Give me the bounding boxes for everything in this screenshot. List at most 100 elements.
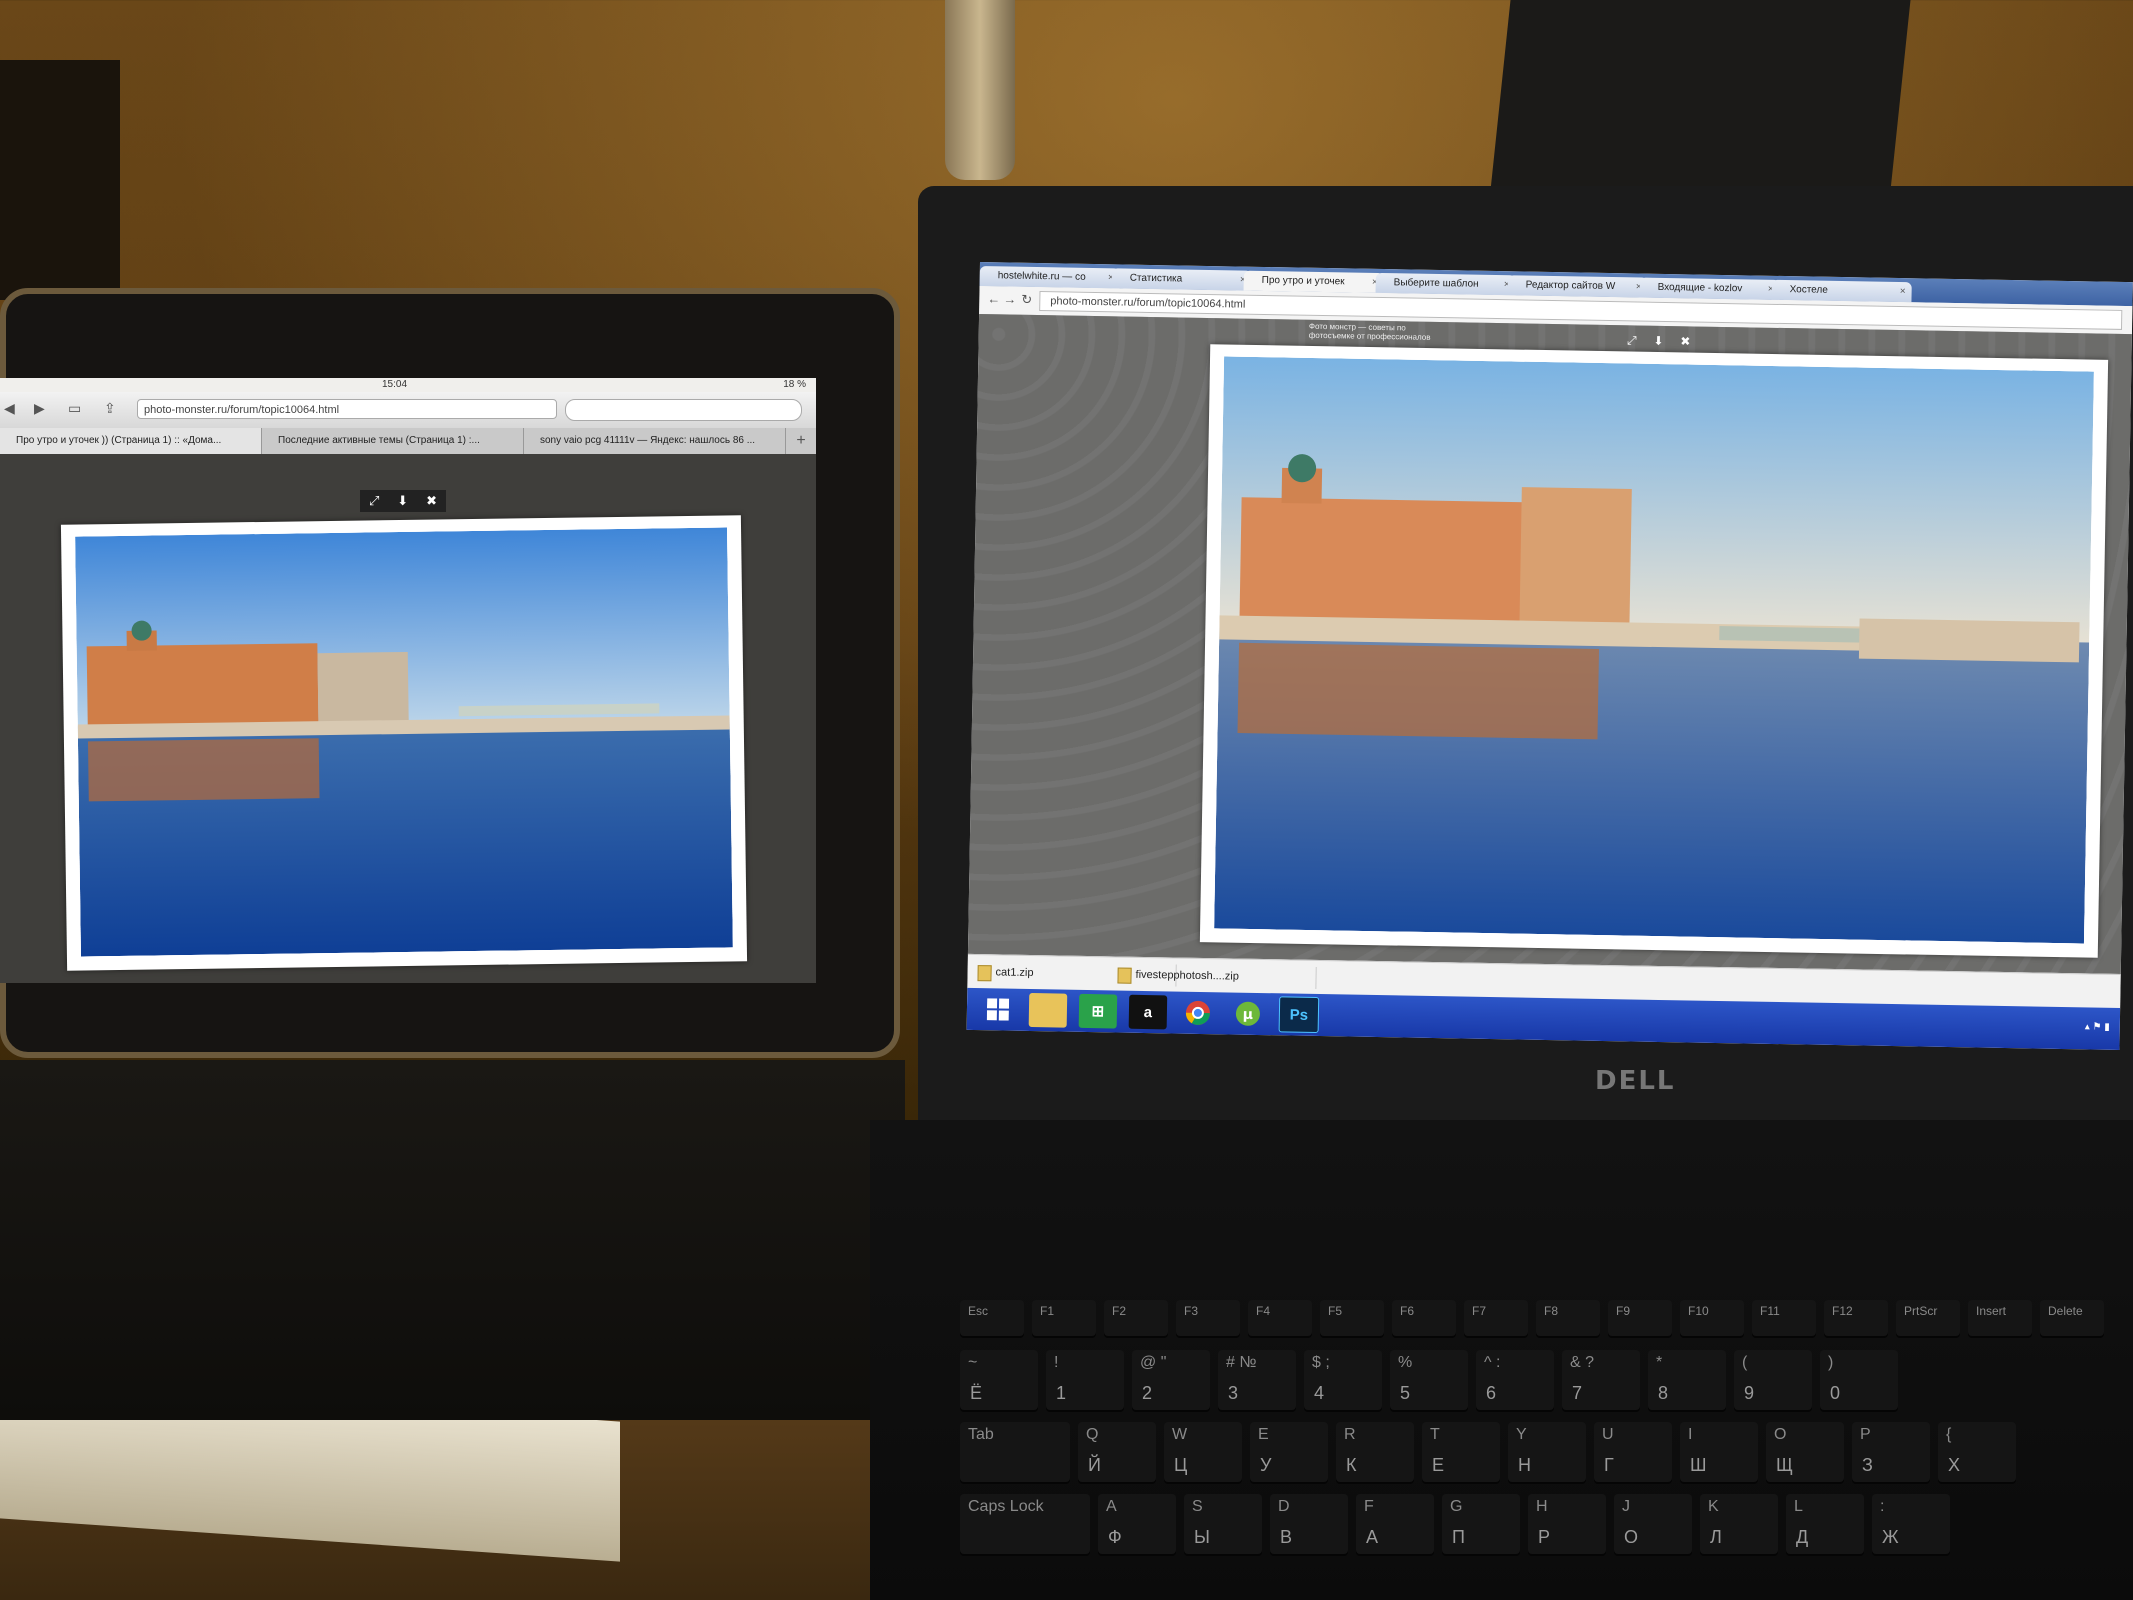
utorrent-icon[interactable]: µ [1229,996,1268,1031]
keyboard-key[interactable]: EУ [1250,1422,1328,1482]
keyboard-key[interactable]: F10 [1680,1300,1744,1336]
keyboard-key[interactable]: IШ [1680,1422,1758,1482]
svg-text:µ: µ [1243,1007,1254,1023]
key-label: F9 [1616,1304,1631,1318]
keyboard-key[interactable]: F6 [1392,1300,1456,1336]
keyboard-key[interactable]: F4 [1248,1300,1312,1336]
chrome-tab[interactable]: Статистика× [1111,268,1252,291]
system-tray[interactable]: ▴ ⚑ ▮ [2085,1021,2110,1032]
file-explorer-icon[interactable] [1028,992,1068,1028]
keyboard-key[interactable]: Tab [960,1422,1070,1482]
keyboard-key[interactable]: ) 0 [1820,1350,1898,1410]
keyboard-key[interactable]: & ? 7 [1562,1350,1640,1410]
keyboard-key[interactable]: F12 [1824,1300,1888,1336]
keyboard-key[interactable]: F1 [1032,1300,1096,1336]
chrome-tab[interactable]: Редактор сайтов W× [1507,275,1648,298]
download-icon[interactable]: ⬇ [1653,334,1663,350]
keyboard-key[interactable]: AФ [1098,1494,1176,1554]
keyboard-key[interactable]: {Х [1938,1422,2016,1482]
bookmarks-icon[interactable]: ▭ [68,400,81,417]
chrome-tab[interactable]: Хостеле × [1771,279,1912,303]
keyboard-key[interactable]: F8 [1536,1300,1600,1336]
keyboard-key[interactable]: Esc [960,1300,1024,1336]
tab-title: Про утро и уточек [1261,274,1345,288]
keyboard-key[interactable]: # № 3 [1218,1350,1296,1410]
keyboard-key[interactable]: * 8 [1648,1350,1726,1410]
key-label: D [1278,1498,1290,1515]
store-icon[interactable]: ⊞ [1078,993,1118,1029]
keyboard-key[interactable]: PrtScr [1896,1300,1960,1336]
search-field[interactable] [565,399,802,421]
keyboard-key[interactable]: F7 [1464,1300,1528,1336]
close-icon[interactable]: × [1900,282,1906,302]
key-label: Y [1516,1426,1527,1443]
key-label: F8 [1544,1304,1559,1318]
close-icon[interactable]: ✖ [1680,334,1690,350]
keyboard-key[interactable]: % 5 [1390,1350,1468,1410]
keyboard-key[interactable]: YН [1508,1422,1586,1482]
keyboard-key[interactable]: ! 1 [1046,1350,1124,1410]
ipad-tab[interactable]: Про утро и уточек )) (Страница 1) :: «До… [0,428,262,454]
keyboard-key[interactable]: F5 [1320,1300,1384,1336]
key-label: : [1880,1498,1885,1515]
address-bar[interactable]: photo-monster.ru/forum/topic10064.html [137,399,557,419]
keyboard-key[interactable]: :Ж [1872,1494,1950,1554]
keyboard-key[interactable]: (9 [1734,1350,1812,1410]
lightbox-photo-ipad[interactable] [60,515,748,971]
keyboard-key[interactable]: OЩ [1766,1422,1844,1482]
status-battery: 18 % [783,379,806,390]
keyboard-key[interactable]: Delete [2040,1300,2104,1336]
reload-icon[interactable]: ↻ [1021,292,1032,308]
keyboard-key[interactable]: JО [1614,1494,1692,1554]
key-label-cyrillic: Е [1432,1455,1445,1475]
chrome-icon[interactable] [1179,996,1218,1031]
keyboard-key[interactable]: RК [1336,1422,1414,1482]
keyboard-key[interactable]: ^ : 6 [1476,1350,1554,1410]
new-tab-button[interactable]: + [786,428,816,454]
keyboard-key[interactable]: HР [1528,1494,1606,1554]
keyboard-key[interactable]: KЛ [1700,1494,1778,1554]
download-icon[interactable]: ⬇ [397,490,408,512]
photoshop-icon[interactable]: Ps [1278,996,1320,1034]
forward-icon[interactable]: → [1003,291,1016,306]
keyboard-key[interactable]: PЗ [1852,1422,1930,1482]
share-icon[interactable]: ⇪ [104,400,116,417]
key-label: E [1258,1426,1269,1443]
forward-icon[interactable]: ▶ [34,400,45,417]
keyboard-key[interactable]: Insert [1968,1300,2032,1336]
keyboard-key[interactable]: FА [1356,1494,1434,1554]
keyboard-key[interactable]: F11 [1752,1300,1816,1336]
keyboard-key[interactable]: DВ [1270,1494,1348,1554]
keyboard-key[interactable]: $ ; 4 [1304,1350,1382,1410]
lightbox-photo-laptop[interactable] [1199,344,2109,958]
keyboard-key[interactable]: F2 [1104,1300,1168,1336]
back-icon[interactable]: ◀ [4,400,15,417]
expand-icon[interactable]: ⤢ [369,490,379,512]
keyboard-key[interactable]: QЙ [1078,1422,1156,1482]
keyboard-key[interactable]: GП [1442,1494,1520,1554]
download-item[interactable]: fivestepphotosh....zip [1113,963,1317,989]
ipad-tab[interactable]: sony vaio pcg 41111v — Яндекс: нашлось 8… [524,428,786,454]
keyboard-key[interactable]: TЕ [1422,1422,1500,1482]
ipad-tab[interactable]: Последние активные темы (Страница 1) :..… [262,428,524,454]
chrome-tab[interactable]: Входящие - kozlov× [1639,277,1780,300]
keyboard-key[interactable]: WЦ [1164,1422,1242,1482]
keyboard-key[interactable]: @ " 2 [1132,1350,1210,1410]
keyboard-key[interactable]: F3 [1176,1300,1240,1336]
keyboard-key[interactable]: ~ Ё [960,1350,1038,1410]
amazon-icon[interactable]: a [1128,994,1168,1030]
expand-icon[interactable]: ⤢ [1627,333,1637,349]
keyboard-key[interactable]: F9 [1608,1300,1672,1336]
chrome-tab[interactable]: Выберите шаблон× [1375,272,1516,296]
key-label: Delete [2048,1304,2083,1318]
windows-start-icon[interactable] [979,992,1018,1027]
chrome-tab[interactable]: hostelwhite.ru — со× [979,265,1120,289]
keyboard-key[interactable]: SЫ [1184,1494,1262,1554]
keyboard-key[interactable]: Caps Lock [960,1494,1090,1554]
keyboard-key[interactable]: LД [1786,1494,1864,1554]
close-icon[interactable]: ✖ [426,490,437,512]
key-label-cyrillic: 9 [1744,1383,1755,1403]
back-icon[interactable]: ← [987,291,1000,306]
chrome-tab[interactable]: Про утро и уточек× [1243,270,1384,294]
keyboard-key[interactable]: UГ [1594,1422,1672,1482]
